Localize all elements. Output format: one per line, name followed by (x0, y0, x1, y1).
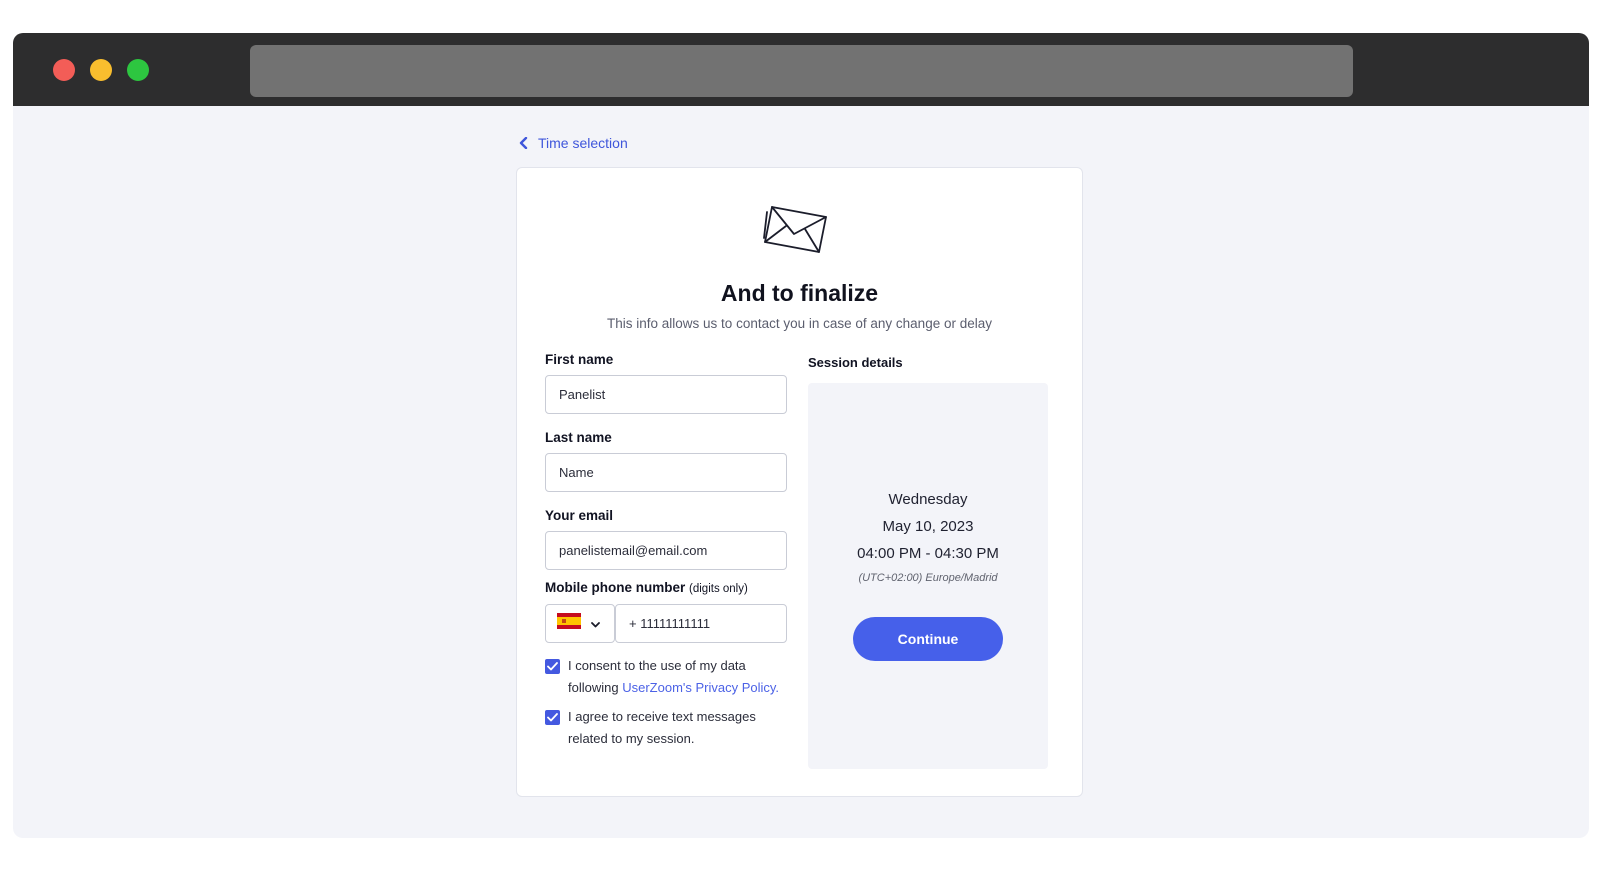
chevron-down-icon (591, 615, 600, 633)
chevron-left-icon (519, 137, 528, 149)
session-details-panel: Wednesday May 10, 2023 04:00 PM - 04:30 … (808, 383, 1048, 769)
page-title: And to finalize (720, 280, 879, 306)
session-day: Wednesday (888, 491, 968, 508)
email-label: Your email (545, 508, 614, 523)
session-details-label: Session details (808, 355, 903, 370)
privacy-consent-row: I consent to the use of my data followin… (545, 657, 795, 699)
continue-button[interactable]: Continue (853, 617, 1003, 661)
back-link-label: Time selection (538, 135, 628, 151)
sms-consent-row: I agree to receive text messages related… (545, 708, 795, 750)
last-name-label: Last name (545, 430, 612, 445)
checkmark-icon (547, 662, 558, 671)
checkmark-icon (547, 713, 558, 722)
envelope-icon (763, 204, 829, 256)
email-field[interactable]: panelistemail@email.com (545, 531, 787, 570)
privacy-policy-link[interactable]: UserZoom's Privacy Policy. (622, 680, 779, 695)
phone-label: Mobile phone number (digits only) (545, 580, 748, 595)
session-date: May 10, 2023 (882, 518, 974, 535)
browser-window: Time selection And to finalize This info… (13, 33, 1589, 838)
maximize-window-button[interactable] (127, 59, 149, 81)
country-code-select[interactable] (545, 604, 615, 643)
phone-label-hint: (digits only) (689, 583, 748, 595)
phone-label-text: Mobile phone number (545, 580, 686, 595)
spain-flag-icon (557, 613, 581, 634)
first-name-field[interactable]: Panelist (545, 375, 787, 414)
privacy-consent-text: I consent to the use of my data followin… (568, 655, 795, 699)
sms-consent-checkbox[interactable] (545, 710, 560, 725)
first-name-label: First name (545, 352, 614, 367)
last-name-field[interactable]: Name (545, 453, 787, 492)
sms-consent-label: I agree to receive text messages related… (568, 709, 756, 746)
page-content: Time selection And to finalize This info… (13, 106, 1589, 838)
minimize-window-button[interactable] (90, 59, 112, 81)
title-bar (13, 33, 1589, 106)
phone-number-field[interactable]: + 11111111111 (615, 604, 787, 643)
session-time: 04:00 PM - 04:30 PM (857, 545, 999, 562)
session-timezone: (UTC+02:00) Europe/Madrid (858, 572, 998, 584)
booking-card: And to finalize This info allows us to c… (516, 167, 1083, 797)
privacy-consent-checkbox[interactable] (545, 659, 560, 674)
close-window-button[interactable] (53, 59, 75, 81)
address-bar[interactable] (250, 45, 1353, 97)
back-link-time-selection[interactable]: Time selection (519, 135, 628, 151)
page-subtitle: This info allows us to contact you in ca… (607, 316, 992, 331)
